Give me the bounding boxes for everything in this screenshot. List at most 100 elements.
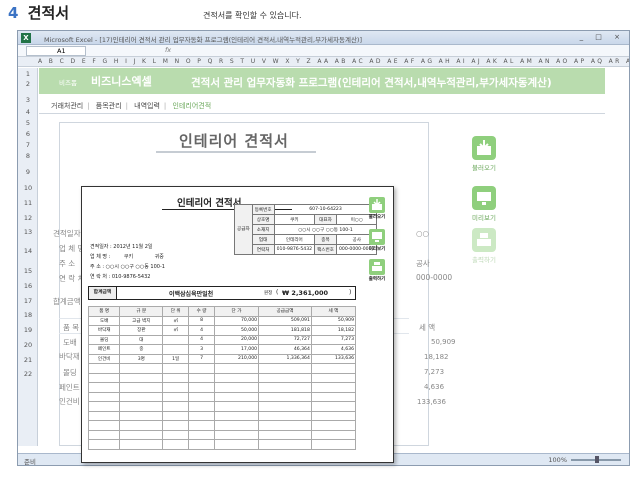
tab-entry[interactable]: 내역입력 [134,102,160,110]
monitor-icon [369,229,385,245]
popup-print-button[interactable]: 출력하기 [364,259,390,282]
row-number[interactable]: 2 [18,80,38,88]
table-cell [258,372,312,383]
window-controls[interactable]: _ □ × [580,33,625,41]
row-number[interactable]: 11 [18,199,38,207]
supplier-side-label: 공급자 [234,204,253,255]
row-number[interactable]: 1 [18,70,38,78]
table-cell [188,439,215,450]
row-number[interactable]: 10 [18,184,38,192]
table-cell: 장판 [119,325,164,336]
bg-item: 몰딩 [63,368,77,377]
table-cell: 중 [119,344,164,355]
bg-item: 인건비 [59,397,80,406]
tab-interior-estimate[interactable]: 인테리어견적 [173,102,212,110]
row-number[interactable]: 6 [18,130,38,138]
table-cell: 20,000 [213,334,260,345]
row-number[interactable]: 7 [18,141,38,149]
side-load-button[interactable]: 불러오기 [464,136,504,172]
table-cell [188,429,215,440]
bg-tax-value: 7,273 [424,368,445,376]
name-box[interactable]: A1 [26,46,86,56]
row-number[interactable]: 13 [18,228,38,236]
status-ready: 준비 [24,458,36,466]
tab-items[interactable]: 품목관리 [96,102,122,110]
table-cell [188,363,215,374]
table-row-empty [87,429,357,440]
popup-preview-button[interactable]: 미리보기 [364,229,390,252]
col-header: 품 명 [87,306,121,317]
table-cell [119,363,164,374]
table-cell [310,410,357,421]
row-number[interactable]: 22 [18,370,38,378]
table-cell [258,420,312,431]
table-cell: 50,909 [310,315,357,326]
table-cell [188,391,215,402]
total-paren-close: ) [349,289,352,296]
section-number: 4 [8,4,19,22]
row-number[interactable]: 17 [18,297,38,305]
load-icon [369,197,385,213]
col-header: 단 가 [213,306,260,317]
bg-right-text: 공사 [416,259,430,268]
fx-icon[interactable]: fx [165,46,171,54]
table-cell [162,410,190,421]
row-number[interactable]: 15 [18,267,38,275]
table-cell: 1일 [162,353,190,364]
table-cell [162,439,190,450]
row-number[interactable]: 12 [18,214,38,222]
items-header-row: 품 명 규 분 단 위 수 량 단 가 공급금액 세 액 [87,306,357,317]
row-headers[interactable]: 1 2 3 4 5 6 7 8 9 10 11 12 13 14 15 16 17 18 19 20 21 22 [18,68,38,446]
zoom-slider-thumb[interactable] [595,456,599,463]
side-print-button[interactable]: 출력하기 [464,228,504,264]
row-number[interactable]: 20 [18,341,38,349]
table-cell: 4 [188,334,215,345]
row-number[interactable]: 19 [18,326,38,334]
row-number[interactable]: 16 [18,282,38,290]
table-row-empty [87,420,357,431]
bg-label-address: 주 소 [59,259,76,268]
tab-client[interactable]: 거래처관리 [51,102,83,110]
total-words: 이백삼십육만일천 [169,291,214,298]
bg-header-item: 품 목 [63,323,80,332]
table-row-empty [87,372,357,383]
row-number[interactable]: 8 [18,152,38,160]
table-row: 페인트 중 3 17,000 46,364 4,636 [87,344,357,355]
side-preview-button[interactable]: 미리보기 [464,186,504,222]
estimate-preview-popup: 인테리어 견적서 견적일자 : 2012년 11월 2일 업 체 명 : 쿠키 … [81,186,394,463]
table-cell [213,410,260,421]
row-number[interactable]: 21 [18,356,38,364]
row-number[interactable]: 4 [18,108,38,116]
popup-load-button[interactable]: 불러오기 [364,197,390,220]
column-headers[interactable]: A B C D E F G H I J K L M N O P Q R S T … [18,57,629,67]
table-cell [119,401,164,412]
excel-app-icon: X [21,33,31,43]
window-title: Microsoft Excel - [17)인테리어 견적서 관리 업무자동화 … [44,36,362,44]
table-row: 인건비 3명 1일 7 210,000 1,336,364 133,636 [87,353,357,364]
col-header: 수 량 [188,306,215,317]
type-label: 종목 [314,234,337,245]
program-banner: 비즈폼 비즈니스엑셀 견적서 관리 업무자동화 프로그램(인테리어 견적서,내역… [39,68,605,94]
table-cell [213,439,260,450]
excel-titlebar: X Microsoft Excel - [17)인테리어 견적서 관리 업무자동… [18,31,629,45]
bg-header-tax: 세 액 [419,323,436,332]
row-number[interactable]: 3 [18,96,38,104]
table-cell [119,391,164,402]
total-paren-open: ( [276,289,279,296]
row-number[interactable]: 18 [18,311,38,319]
table-cell [188,401,215,412]
zoom-level[interactable]: 100% [548,456,567,464]
row-number[interactable]: 14 [18,247,38,255]
reg-label: 등록번호 [251,204,275,215]
table-cell: 페인트 [87,344,121,355]
nav-tabs: 거래처관리 | 품목관리 | 내역입력 | 인테리어견적 [51,102,212,110]
table-cell: 바닥재 [87,325,121,336]
table-row-empty [87,382,357,393]
table-cell: 70,000 [213,315,260,326]
table-cell [258,401,312,412]
bg-item: 페인트 [59,383,80,392]
reg-value: 607-10-64223 [273,204,378,215]
row-number[interactable]: 9 [18,168,38,176]
row-number[interactable]: 5 [18,119,38,127]
biz-label: 업태 [251,234,275,245]
